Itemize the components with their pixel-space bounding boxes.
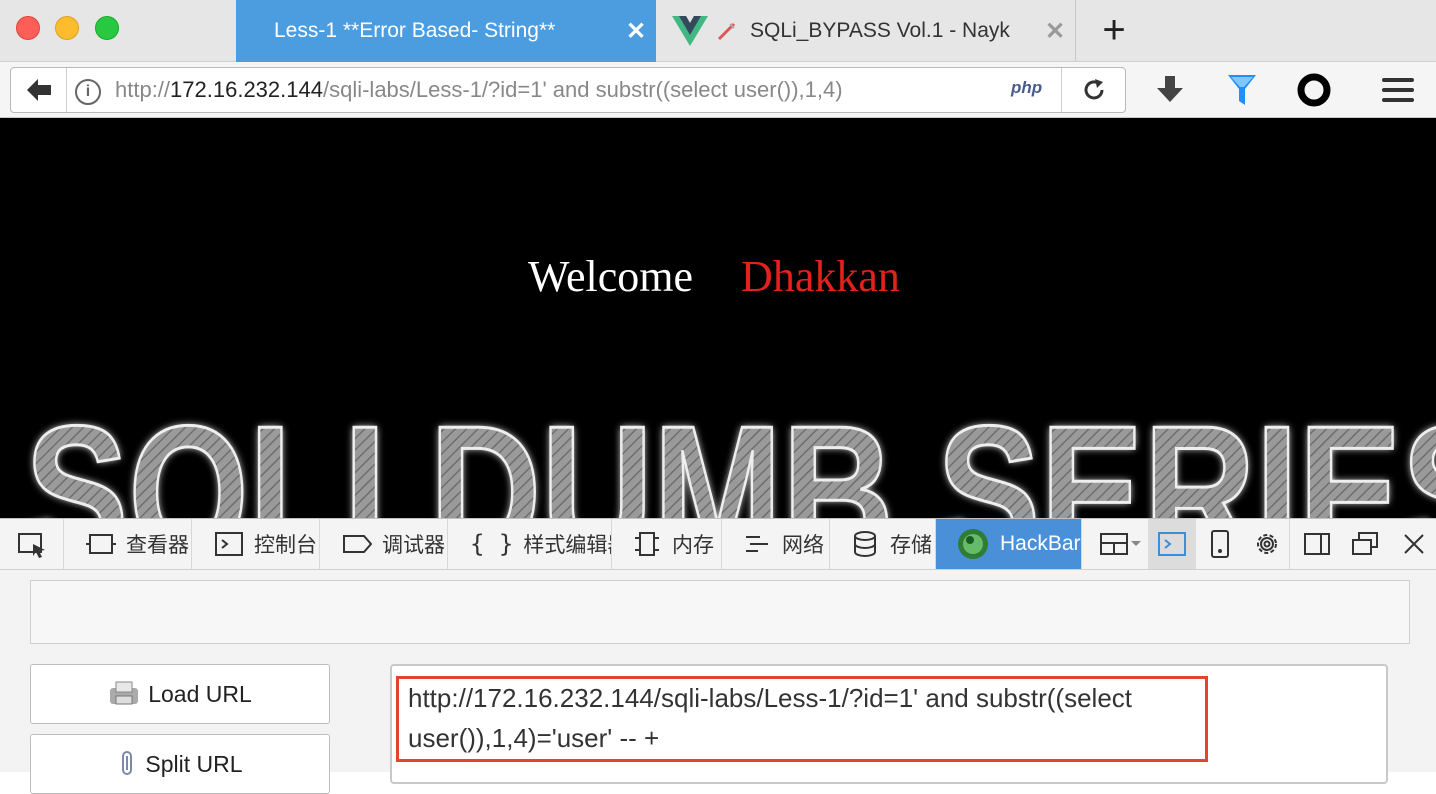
- url-host: 172.16.232.144: [170, 77, 323, 102]
- reload-button[interactable]: [1061, 68, 1125, 112]
- network-icon: [746, 536, 768, 552]
- inspector-icon: [86, 534, 116, 554]
- back-arrow-icon: [26, 79, 51, 101]
- element-picker-icon: [17, 533, 45, 558]
- hackbar-url-text[interactable]: http://172.16.232.144/sqli-labs/Less-1/?…: [402, 678, 1202, 758]
- tab-label: 调试器: [382, 534, 445, 557]
- window-close-button[interactable]: [16, 16, 40, 40]
- tab-label: HackBar: [1000, 532, 1081, 555]
- url-prefix: http://: [115, 77, 171, 102]
- welcome-text: Welcome: [528, 252, 694, 301]
- hamburger-menu-icon: [1382, 78, 1414, 102]
- console-icon: [215, 532, 243, 556]
- php-badge: php: [1011, 78, 1043, 97]
- funnel-icon: [1228, 75, 1256, 105]
- split-url-label: Split URL: [145, 750, 243, 777]
- hackbar-panel: Load URL Split URL http://172.16.232.144…: [0, 570, 1436, 794]
- close-tab-icon[interactable]: ✕: [1035, 17, 1075, 46]
- back-button[interactable]: [11, 68, 67, 112]
- new-tab-button[interactable]: +: [1092, 10, 1136, 54]
- split-url-icon: [122, 751, 133, 775]
- style-editor-icon: { }: [470, 530, 514, 558]
- url-bar[interactable]: i http://172.16.232.144/sqli-labs/Less-1…: [10, 67, 1126, 113]
- close-tab-icon[interactable]: ✕: [616, 17, 656, 46]
- close-devtools-button[interactable]: [1392, 519, 1436, 569]
- tab-console[interactable]: 控制台: [192, 519, 320, 569]
- ring-icon: [1297, 73, 1331, 107]
- tab-memory[interactable]: 内存: [612, 519, 722, 569]
- pen-icon: [717, 22, 736, 41]
- tab-sqli-bypass[interactable]: SQLi_BYPASS Vol.1 - Nayk ✕: [656, 0, 1076, 62]
- page-content: Welcome Dhakkan SQLI DUMB SERIES SQLI DUM…: [0, 118, 1436, 518]
- tab-label: 内存: [672, 534, 714, 557]
- download-icon: [1157, 76, 1183, 102]
- hackbar-icon: [958, 529, 988, 559]
- info-icon[interactable]: i: [75, 79, 101, 105]
- tab-label: 查看器: [126, 534, 189, 557]
- navigation-bar: i http://172.16.232.144/sqli-labs/Less-1…: [0, 62, 1436, 118]
- debugger-icon: [343, 535, 372, 553]
- tab-style-editor[interactable]: { } 样式编辑器: [448, 519, 612, 569]
- tab-title: Less-1 **Error Based- String**: [274, 19, 556, 42]
- tab-label: 控制台: [254, 534, 317, 557]
- element-picker-button[interactable]: [0, 519, 64, 569]
- vue-logo-icon: [672, 16, 708, 46]
- memory-icon: [635, 532, 659, 556]
- load-url-icon: [110, 681, 139, 705]
- load-url-button[interactable]: Load URL: [30, 664, 330, 724]
- close-icon: [1404, 534, 1424, 554]
- settings-button[interactable]: [1244, 519, 1290, 569]
- reload-icon: [1084, 79, 1103, 100]
- responsive-design-button[interactable]: [1198, 519, 1242, 569]
- tab-label: 样式编辑器: [523, 534, 611, 557]
- split-console-icon: [1158, 532, 1186, 556]
- devtools-toolbar: 查看器 控制台 调试器 { } 样式编辑器 内存 网络 存储 HackBar: [0, 518, 1436, 570]
- tab-debugger[interactable]: 调试器: [320, 519, 448, 569]
- split-url-button[interactable]: Split URL: [30, 734, 330, 794]
- separate-window-icon: [1352, 532, 1378, 555]
- url-text[interactable]: http://172.16.232.144/sqli-labs/Less-1/?…: [115, 68, 965, 112]
- user-name: Dhakkan: [741, 252, 900, 301]
- tab-label: 存储: [890, 534, 932, 557]
- separate-window-button[interactable]: [1342, 519, 1388, 569]
- tab-network[interactable]: 网络: [722, 519, 830, 569]
- hackbar-url-textarea[interactable]: http://172.16.232.144/sqli-labs/Less-1/?…: [390, 664, 1388, 784]
- tab-bar: Less-1 **Error Based- String** ✕ SQLi_BY…: [0, 0, 1436, 62]
- window-minimize-button[interactable]: [55, 16, 79, 40]
- dock-side-icon: [1304, 533, 1330, 555]
- tab-inspector[interactable]: 查看器: [64, 519, 192, 569]
- frame-layout-icon: [1100, 533, 1141, 555]
- window-maximize-button[interactable]: [95, 16, 119, 40]
- dock-side-button[interactable]: [1294, 519, 1340, 569]
- gear-icon: [1256, 534, 1277, 554]
- ring-extension-button[interactable]: [1294, 72, 1334, 108]
- url-path: /sqli-labs/Less-1/?id=1' and substr((sel…: [322, 77, 843, 102]
- download-button[interactable]: [1150, 72, 1190, 108]
- menu-button[interactable]: [1378, 72, 1418, 108]
- tab-title: SQLi_BYPASS Vol.1 - Nayk: [750, 19, 1010, 42]
- split-console-button[interactable]: [1148, 519, 1196, 569]
- tab-label: 网络: [782, 534, 824, 557]
- load-url-label: Load URL: [148, 680, 252, 707]
- funnel-extension-button[interactable]: [1222, 72, 1262, 108]
- tab-less-1[interactable]: Less-1 **Error Based- String** ✕: [236, 0, 656, 62]
- frame-selector-button[interactable]: [1094, 519, 1148, 569]
- tab-hackbar[interactable]: HackBar: [936, 519, 1082, 569]
- responsive-design-icon: [1211, 530, 1229, 558]
- banner-text: SQLI DUMB SERIES: [25, 408, 1436, 518]
- welcome-message: Welcome Dhakkan: [528, 251, 900, 302]
- storage-icon: [854, 531, 876, 557]
- hackbar-top-input[interactable]: [30, 580, 1410, 644]
- tab-storage[interactable]: 存储: [830, 519, 936, 569]
- sqli-dumb-series-banner: SQLI DUMB SERIES SQLI DUMB SERIES: [24, 408, 1436, 518]
